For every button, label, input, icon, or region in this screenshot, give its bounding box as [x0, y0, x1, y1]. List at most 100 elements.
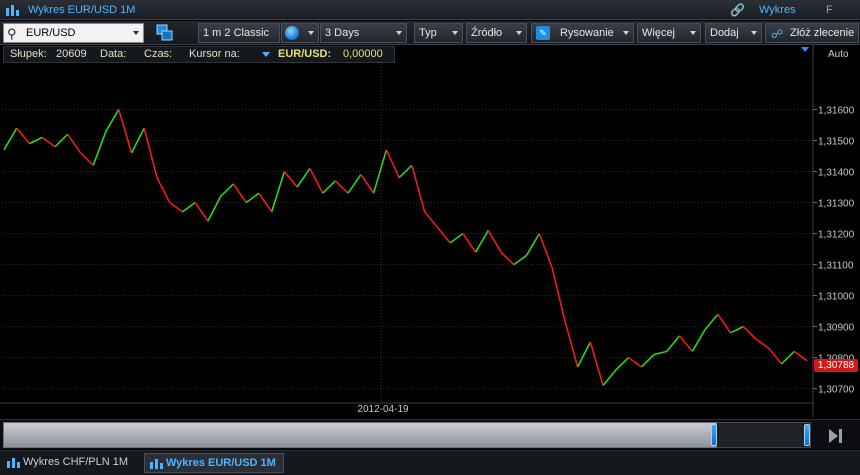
- zrodlo-button[interactable]: Źródło: [466, 23, 527, 43]
- price-segment: [143, 127, 158, 178]
- price-segment: [793, 350, 808, 362]
- tab-chf-pln-label: Wykres CHF/PLN 1M: [23, 456, 129, 468]
- price-segment: [742, 326, 757, 340]
- zrodlo-label: Źródło: [471, 27, 503, 39]
- price-segment: [156, 177, 171, 203]
- tab-eur-usd-label: Wykres EUR/USD 1M: [166, 457, 276, 469]
- chevron-down-icon: [623, 31, 629, 35]
- wiecej-button[interactable]: Więcej: [637, 23, 701, 43]
- chevron-down-icon: [516, 31, 522, 35]
- tab-chf-pln[interactable]: Wykres CHF/PLN 1M: [2, 453, 140, 473]
- price-segment: [67, 133, 82, 154]
- price-segment: [780, 350, 795, 365]
- price-segment: [16, 127, 31, 145]
- scale-mode-auto[interactable]: Auto: [828, 49, 849, 60]
- globe-icon: [285, 26, 299, 40]
- jump-to-end-icon[interactable]: [824, 426, 846, 446]
- price-segment: [755, 338, 770, 349]
- search-icon: ⚲: [7, 26, 17, 41]
- y-tick-label: 1,31400: [818, 168, 855, 179]
- chart-tab-icon: [7, 458, 20, 468]
- drawing-icon: ✎: [536, 26, 550, 40]
- price-segment: [704, 313, 719, 331]
- range-select[interactable]: 3 Days: [320, 23, 407, 43]
- price-segment: [411, 165, 426, 213]
- symbol-input[interactable]: ⚲ EUR/USD: [3, 23, 144, 43]
- price-segment: [181, 201, 196, 213]
- chart-scrollbar[interactable]: [0, 419, 860, 449]
- price-segment: [347, 174, 362, 194]
- window-titlebar: Wykres EUR/USD 1M 🔗 Wykres F: [0, 0, 860, 20]
- chevron-down-icon: [396, 31, 402, 35]
- price-segment: [564, 320, 579, 368]
- series-symbol: EUR/USD:: [278, 48, 332, 60]
- handshake-icon: ☍: [771, 27, 784, 41]
- typ-label: Typ: [419, 27, 437, 39]
- series-toggle-icon[interactable]: [262, 52, 270, 57]
- price-segment: [309, 168, 324, 194]
- cursor-info-bar: Słupek: 20609 Data: Czas: Kursor na: EUR…: [3, 46, 395, 63]
- price-segment: [322, 180, 336, 194]
- wykres-menu[interactable]: Wykres: [759, 4, 796, 16]
- price-segment: [513, 254, 528, 266]
- typ-button[interactable]: Typ: [414, 23, 463, 43]
- price-segment: [169, 201, 183, 213]
- cursor-label: Kursor na:: [189, 48, 240, 60]
- price-segment: [423, 211, 439, 228]
- price-segment: [449, 232, 464, 244]
- interval-select[interactable]: 1 m 2 Classic: [198, 23, 280, 43]
- price-segment: [653, 350, 667, 356]
- scrollbar-right-handle[interactable]: [804, 424, 810, 446]
- tab-eur-usd[interactable]: Wykres EUR/USD 1M: [144, 453, 284, 473]
- price-segment: [576, 341, 592, 368]
- dodaj-button[interactable]: Dodaj: [705, 23, 762, 43]
- symbol-value: EUR/USD: [26, 27, 76, 39]
- chevron-down-icon: [690, 31, 696, 35]
- link-icon[interactable]: 🔗: [730, 3, 745, 17]
- chevron-down-icon: [133, 31, 139, 35]
- price-segment: [117, 109, 133, 154]
- price-chart[interactable]: 1,31600 1,31500 1,31400 1,31300 1,31200 1,311…: [0, 45, 860, 417]
- price-segment: [270, 171, 286, 213]
- globe-dropdown[interactable]: [281, 23, 319, 43]
- price-segment: [245, 192, 260, 204]
- place-order-button[interactable]: ☍ Złóż zlecenie: [765, 23, 859, 43]
- rysowanie-label: Rysowanie: [560, 27, 614, 39]
- chevron-down-icon: [308, 31, 314, 35]
- price-segment: [717, 313, 732, 334]
- scrollbar-thumb[interactable]: [3, 422, 717, 448]
- window-title: Wykres EUR/USD 1M: [28, 4, 136, 16]
- x-tick-label: 2012-04-19: [357, 404, 409, 415]
- y-tick-label: 1,30700: [818, 385, 855, 396]
- price-segment: [525, 233, 540, 256]
- series-value: 0,00000: [343, 48, 383, 60]
- price-segment: [628, 356, 642, 368]
- price-segment: [640, 353, 655, 368]
- windows-icon[interactable]: [156, 24, 174, 42]
- price-segment: [207, 195, 222, 222]
- scroll-marker-icon[interactable]: [801, 47, 809, 52]
- price-segment: [283, 170, 298, 188]
- price-segment: [372, 149, 388, 194]
- price-segment: [79, 152, 94, 166]
- y-tick-label: 1,31600: [818, 106, 855, 117]
- rysowanie-button[interactable]: ✎ Rysowanie: [531, 23, 634, 43]
- f-menu[interactable]: F: [826, 4, 833, 16]
- scrollbar-left-handle[interactable]: [711, 424, 717, 446]
- price-segment: [474, 229, 489, 253]
- price-segment: [602, 369, 617, 387]
- y-tick-label: 1,31000: [818, 292, 855, 303]
- y-tick-label: 1,31300: [818, 199, 855, 210]
- price-segment: [360, 174, 375, 194]
- price-segment: [666, 335, 681, 352]
- price-segment: [678, 335, 693, 352]
- price-segment: [3, 127, 18, 151]
- place-order-label: Złóż zlecenie: [790, 27, 855, 39]
- price-segment: [220, 183, 234, 197]
- chart-tab-icon: [150, 459, 163, 469]
- price-segment: [615, 357, 630, 371]
- price-segment: [232, 183, 247, 203]
- dodaj-label: Dodaj: [710, 27, 739, 39]
- price-segment: [385, 149, 400, 179]
- y-tick-label: 1,31100: [818, 261, 854, 272]
